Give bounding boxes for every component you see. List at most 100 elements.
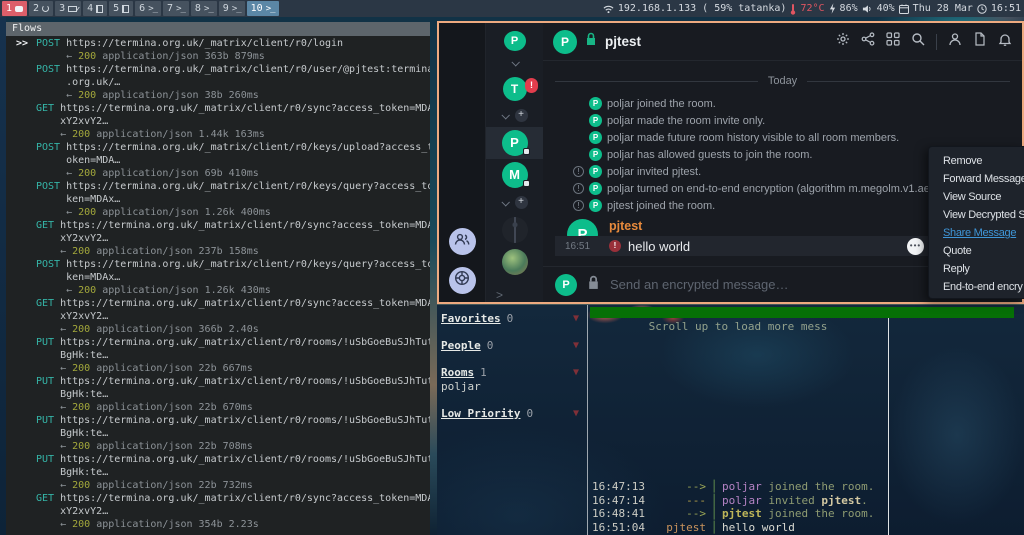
flow-row[interactable]: PUThttps://termina.org.uk/_matrix/client…	[16, 414, 430, 453]
add-room-button[interactable]: +	[515, 196, 528, 209]
flow-method: POST	[36, 258, 60, 297]
chevron-down-icon[interactable]	[501, 198, 509, 206]
room-list-item[interactable]	[486, 246, 543, 278]
flow-url-wrap: BgHk:te…	[60, 388, 430, 401]
text-segment: poljar	[722, 480, 762, 493]
workspace-button-4[interactable]: 4	[83, 1, 107, 16]
flow-url: https://termina.org.uk/_matrix/client/r0…	[66, 141, 430, 154]
expand-panel-button[interactable]: >	[486, 288, 503, 302]
flow-row[interactable]: POSThttps://termina.org.uk/_matrix/clien…	[16, 180, 430, 219]
collapse-triangle-icon[interactable]: ▼	[573, 407, 579, 421]
section-header[interactable]: People0▼	[441, 339, 585, 353]
terminal-icon: >_	[232, 4, 241, 14]
flow-row[interactable]: PUThttps://termina.org.uk/_matrix/client…	[16, 375, 430, 414]
room-avatar[interactable]: P	[553, 30, 577, 54]
menu-item-view-decrypted-s[interactable]: View Decrypted S	[929, 206, 1024, 224]
chevron-down-icon[interactable]	[511, 58, 519, 66]
state-event-text: poljar joined the room.	[607, 98, 716, 110]
workspace-button-7[interactable]: 7>_	[163, 1, 189, 16]
response-status: 200	[78, 285, 96, 296]
flow-row[interactable]: POSThttps://termina.org.uk/_matrix/clien…	[16, 63, 430, 102]
menu-item-share-message[interactable]: Share Message	[929, 224, 1024, 242]
line-prefix: pjtest	[652, 521, 706, 535]
response-status: 200	[72, 441, 90, 452]
collapse-triangle-icon[interactable]: ▼	[573, 339, 579, 353]
collapse-triangle-icon[interactable]: ▼	[573, 366, 579, 380]
flow-detail: https://termina.org.uk/_matrix/client/r0…	[66, 180, 430, 219]
workspace-button-3[interactable]: 3	[55, 1, 81, 16]
search-icon[interactable]	[911, 32, 925, 51]
response-meta: application/json 22b 670ms	[90, 402, 253, 413]
notifications-bell-icon[interactable]	[998, 32, 1012, 51]
menu-item-end-to-end-encry[interactable]: End-to-end encry	[929, 278, 1024, 296]
text-segment: joined the room.	[762, 507, 875, 520]
files-icon[interactable]	[973, 32, 987, 51]
taskbar: 123456>_7>_8>_9>_10>_ 192.168.1.133 ( 59…	[0, 0, 1024, 17]
workspace-button-1[interactable]: 1	[2, 1, 27, 16]
section-header[interactable]: Favorites0▼	[441, 312, 585, 326]
text-segment: pjtest	[722, 507, 762, 520]
presence-badge	[523, 148, 530, 155]
info-icon: !	[573, 200, 584, 211]
flow-row[interactable]: POSThttps://termina.org.uk/_matrix/clien…	[16, 141, 430, 180]
room-list-item-selected[interactable]: P	[486, 127, 543, 159]
message-options-button[interactable]: •••	[907, 238, 924, 255]
section-header[interactable]: Low Priority0▼	[441, 407, 585, 421]
line-prefix: -->	[652, 507, 706, 521]
flow-row[interactable]: GEThttps://termina.org.uk/_matrix/client…	[16, 102, 430, 141]
chevron-down-icon[interactable]	[501, 111, 509, 119]
flow-row[interactable]: GEThttps://termina.org.uk/_matrix/client…	[16, 492, 430, 531]
flow-row[interactable]: PUThttps://termina.org.uk/_matrix/client…	[16, 336, 430, 375]
workspace-button-6[interactable]: 6>_	[135, 1, 161, 16]
workspace-button-5[interactable]: 5	[109, 1, 133, 16]
flow-url: https://termina.org.uk/_matrix/client/r0…	[66, 258, 430, 271]
flow-response: ← 200 application/json 1.26k 400ms	[66, 206, 430, 219]
state-event-text: pjtest joined the room.	[607, 200, 715, 212]
section-header[interactable]: Rooms1▼	[441, 366, 585, 380]
members-icon[interactable]	[948, 32, 962, 51]
flow-method: GET	[36, 102, 54, 141]
flow-row[interactable]: GEThttps://termina.org.uk/_matrix/client…	[16, 219, 430, 258]
flow-row[interactable]: POST https://termina.org.uk/_matrix/clien…	[16, 258, 430, 297]
flow-url: https://termina.org.uk/_matrix/client/r0…	[66, 37, 343, 50]
terminal-icon: >_	[266, 4, 275, 14]
response-arrow: ←	[66, 51, 78, 62]
flow-row[interactable]: >>POSThttps://termina.org.uk/_matrix/cli…	[16, 37, 430, 63]
workspace-button-2[interactable]: 2	[29, 1, 53, 16]
response-arrow: ←	[66, 285, 78, 296]
add-room-button[interactable]: +	[515, 109, 528, 122]
flow-url-wrap: BgHk:te…	[60, 349, 430, 362]
state-event-text: poljar invited pjtest.	[607, 166, 701, 178]
flow-response: ← 200 application/json 22b 708ms	[60, 440, 430, 453]
mini-avatar: P	[589, 131, 602, 144]
scroll-notice: Scroll up to load more mess	[590, 320, 886, 334]
menu-item-forward-message[interactable]: Forward Message	[929, 170, 1024, 188]
response-status: 200	[78, 51, 96, 62]
apps-grid-icon[interactable]	[886, 32, 900, 51]
response-meta: application/json 69b 410ms	[96, 168, 259, 179]
user-avatar[interactable]: P	[504, 31, 526, 51]
menu-item-quote[interactable]: Quote	[929, 242, 1024, 260]
workspace-button-8[interactable]: 8>_	[191, 1, 217, 16]
help-button[interactable]	[449, 267, 476, 294]
settings-gear-icon[interactable]	[836, 32, 850, 51]
menu-item-remove[interactable]: Remove	[929, 152, 1024, 170]
menu-item-view-source[interactable]: View Source	[929, 188, 1024, 206]
room-entry[interactable]: poljar	[441, 380, 585, 394]
workspace-button-9[interactable]: 9>_	[219, 1, 245, 16]
room-list-item[interactable]	[486, 214, 543, 246]
share-icon[interactable]	[861, 32, 875, 51]
workspace-list: 123456>_7>_8>_9>_10>_	[0, 1, 279, 16]
menu-item-reply[interactable]: Reply	[929, 260, 1024, 278]
collapse-triangle-icon[interactable]: ▼	[573, 312, 579, 326]
room-list-item-invite[interactable]: T !	[486, 74, 543, 104]
text-segment: .	[861, 494, 868, 507]
flow-row[interactable]: GEThttps://termina.org.uk/_matrix/client…	[16, 297, 430, 336]
mitmproxy-window: Flows >>POSThttps://termina.org.uk/_matr…	[6, 22, 430, 535]
people-button[interactable]	[449, 228, 476, 255]
flow-url-wrap: oken=MDA…	[66, 154, 430, 167]
room-list-item[interactable]: M	[486, 159, 543, 191]
composer-input[interactable]: Send an encrypted message…	[610, 277, 979, 292]
flow-row[interactable]: PUThttps://termina.org.uk/_matrix/client…	[16, 453, 430, 492]
workspace-button-10[interactable]: 10>_	[247, 1, 279, 16]
